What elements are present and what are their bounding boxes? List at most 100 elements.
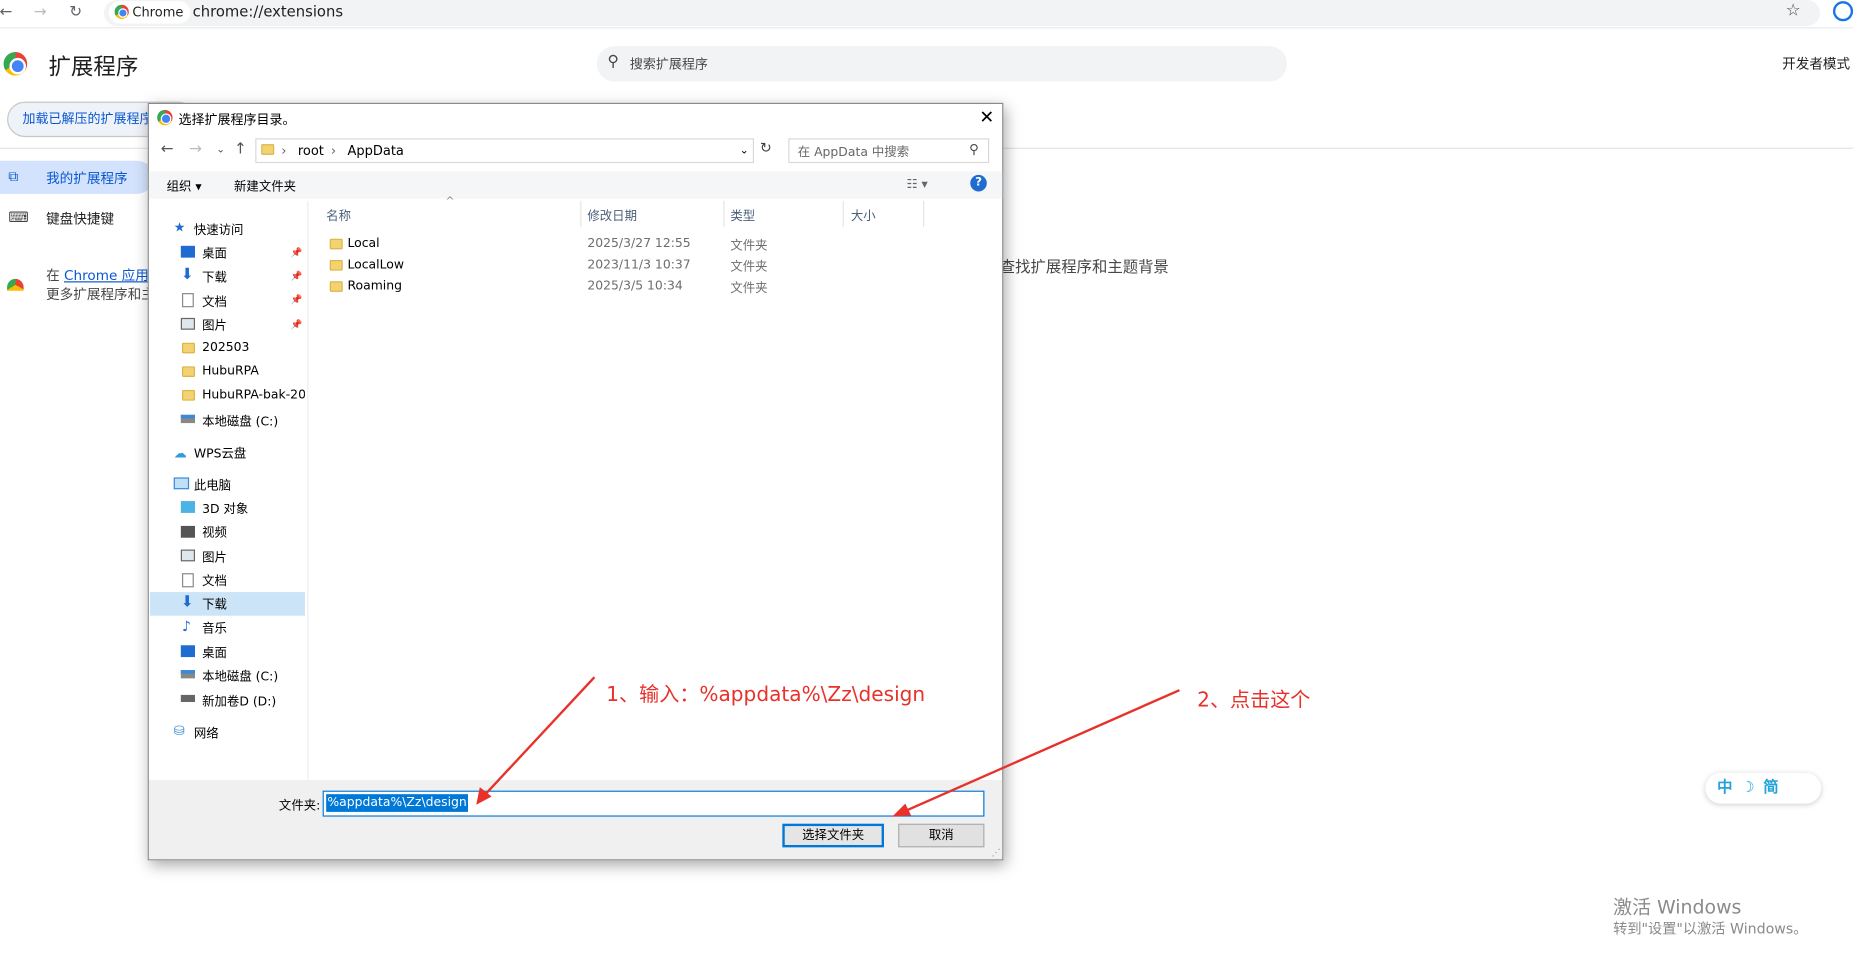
nav-item[interactable]: 文档 (202, 293, 227, 311)
back-icon[interactable]: ← (0, 2, 17, 23)
nav-item[interactable]: 音乐 (202, 619, 227, 637)
dialog-search-placeholder: 在 AppData 中搜索 (797, 145, 910, 160)
dialog-title: 选择扩展程序目录。 (178, 112, 296, 128)
nav-item[interactable]: 202503 (202, 340, 249, 354)
nav-item[interactable]: 视频 (202, 524, 227, 542)
webstore-link[interactable]: Chrome 应用 (64, 267, 149, 284)
folder-name-value[interactable]: %appdata%\Zz\design (326, 794, 468, 812)
document-icon (181, 573, 194, 588)
desktop-icon (180, 245, 195, 258)
chrome-logo-icon (114, 4, 129, 19)
folder-icon (261, 144, 275, 155)
column-divider (723, 200, 725, 227)
folder-icon (329, 281, 343, 292)
developer-mode-label[interactable]: 开发者模式 (1782, 54, 1850, 73)
nav-item[interactable]: 文档 (202, 572, 227, 590)
ime-indicator[interactable]: 中 ☽ 简 (1705, 772, 1822, 804)
file-row-name[interactable]: Roaming (347, 279, 402, 293)
nav-this-pc[interactable]: 此电脑 (194, 476, 231, 494)
cancel-button[interactable]: 取消 (898, 823, 985, 848)
nav-item[interactable]: 桌面 (202, 245, 227, 263)
sort-caret-icon: ^ (445, 196, 455, 208)
file-row-date: 2025/3/27 12:55 (587, 236, 691, 251)
file-row-name[interactable]: Local (347, 236, 379, 250)
reload-icon[interactable]: ↻ (65, 2, 86, 23)
search-icon: ⚲ (969, 141, 979, 158)
resize-grip-icon[interactable]: ⋰ (992, 847, 1001, 858)
column-divider (580, 200, 582, 227)
nav-item[interactable]: HubuRPA-bak-20 (202, 388, 305, 402)
organize-button[interactable]: 组织 ▾ (167, 177, 202, 195)
nav-item-selected[interactable]: 下载 (202, 596, 227, 614)
music-icon: ♪ (181, 618, 192, 635)
up-icon[interactable]: ↑ (234, 141, 247, 159)
pictures-icon (180, 317, 195, 330)
close-icon[interactable]: ✕ (977, 106, 996, 127)
webstore-prefix: 在 (46, 267, 60, 284)
select-folder-button[interactable]: 选择文件夹 (782, 823, 884, 848)
file-row-date: 2023/11/3 10:37 (587, 257, 691, 272)
chrome-logo-icon (157, 109, 173, 126)
breadcrumb-separator: › (281, 142, 287, 159)
nav-item[interactable]: 图片 (202, 317, 227, 335)
nav-item[interactable]: 本地磁盘 (C:) (202, 668, 278, 686)
drive-icon (180, 694, 195, 702)
column-header-date[interactable]: 修改日期 (587, 207, 637, 225)
nav-selected-highlight (150, 592, 305, 616)
file-row-type: 文件夹 (730, 259, 768, 275)
folder-icon (181, 342, 195, 354)
chevron-down-icon[interactable]: ⌄ (216, 144, 225, 156)
drive-icon (180, 414, 195, 424)
cloud-icon: ☁ (173, 445, 187, 461)
address-bar[interactable] (103, 0, 1820, 26)
3d-objects-icon (180, 501, 195, 513)
nav-item[interactable]: 新加卷D (D:) (202, 693, 276, 711)
nav-item[interactable]: 3D 对象 (202, 500, 248, 518)
pin-icon: 📌 (290, 294, 303, 305)
nav-item[interactable]: 图片 (202, 548, 227, 566)
url-text[interactable]: chrome://extensions (193, 2, 343, 21)
keyboard-icon: ⌨ (8, 209, 29, 226)
nav-item[interactable]: 本地磁盘 (C:) (202, 412, 278, 430)
nav-item[interactable]: 下载 (202, 268, 227, 286)
breadcrumb-appdata[interactable]: AppData (347, 143, 403, 158)
extension-search-placeholder: 搜索扩展程序 (629, 56, 708, 73)
nav-quick-access[interactable]: 快速访问 (194, 221, 244, 239)
forward-icon[interactable]: → (189, 141, 202, 159)
folder-icon (181, 389, 195, 401)
sidebar-item-keyboard-shortcuts[interactable]: 键盘快捷键 (46, 209, 114, 228)
ime-mode-cn: 中 (1717, 778, 1733, 797)
sidebar-item-label: 我的扩展程序 (46, 170, 128, 187)
pin-icon: 📌 (290, 246, 303, 258)
nav-wps-cloud[interactable]: WPS云盘 (194, 444, 246, 462)
view-options-icon[interactable]: ☷ ▾ (906, 177, 927, 191)
column-header-size[interactable]: 大小 (851, 207, 876, 225)
refresh-icon[interactable]: ↻ (756, 139, 775, 161)
breadcrumb-root[interactable]: root (298, 143, 324, 158)
new-folder-button[interactable]: 新建文件夹 (234, 177, 296, 195)
profile-avatar-icon[interactable] (1832, 1, 1853, 22)
nav-item[interactable]: HubuRPA (202, 364, 259, 378)
column-header-type[interactable]: 类型 (730, 207, 755, 225)
file-row-type: 文件夹 (730, 281, 768, 296)
nav-network[interactable]: 网络 (194, 724, 219, 742)
bookmark-star-icon[interactable]: ☆ (1786, 1, 1801, 20)
drive-icon (180, 670, 195, 679)
ime-simplified: 简 (1763, 778, 1779, 797)
breadcrumb-separator: › (330, 142, 337, 159)
pictures-icon (180, 549, 195, 562)
back-icon[interactable]: ← (161, 141, 174, 159)
help-icon[interactable]: ? (970, 174, 987, 192)
forward-icon[interactable]: → (30, 2, 51, 23)
webstore-text-2: 更多扩展程序和主 (46, 285, 155, 303)
nav-item[interactable]: 桌面 (202, 644, 227, 662)
annotation-step2: 2、点击这个 (1197, 688, 1311, 713)
column-header-name[interactable]: 名称 (326, 207, 351, 225)
star-icon: ★ (173, 219, 186, 236)
computer-icon (173, 477, 190, 490)
chevron-down-icon[interactable]: ⌄ (740, 145, 749, 157)
file-row-date: 2025/3/5 10:34 (587, 278, 683, 294)
file-row-name[interactable]: LocalLow (347, 258, 404, 272)
column-divider (842, 200, 844, 227)
pin-icon: 📌 (290, 319, 303, 330)
